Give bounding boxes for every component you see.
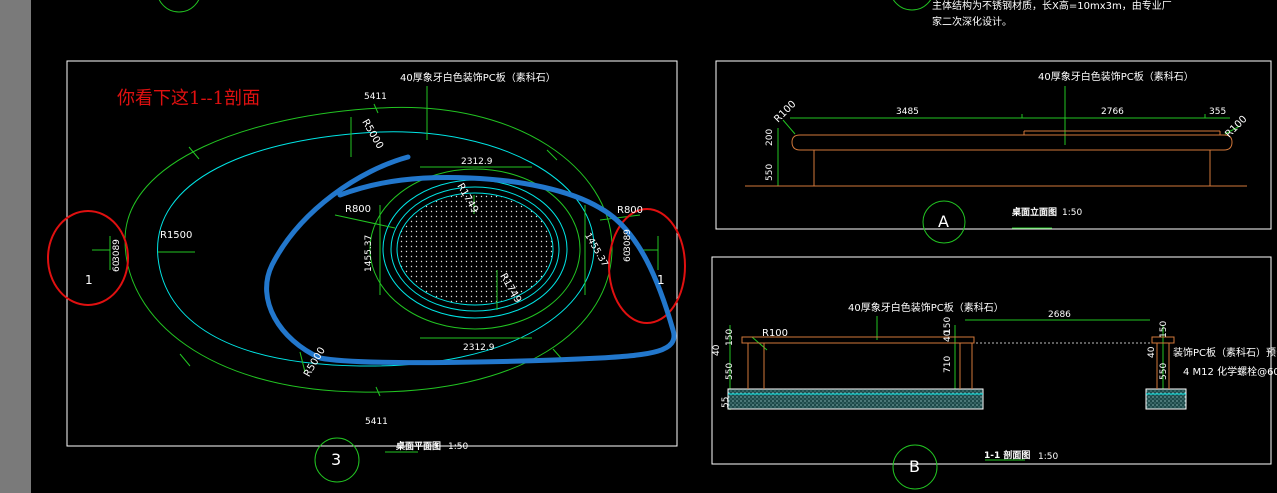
plan-dim-left-inner: 1455.37 [364,234,374,272]
plan-section-marker-left: 1 [85,273,93,287]
plan-dim-right-section-a: 3089 [623,229,633,252]
plan-radius-r800-right: R800 [617,205,644,216]
elevation-circle-letter: A [938,212,949,231]
plan-section-marker-right: 1 [657,273,665,287]
section-dim-left-40: 40 [712,344,722,356]
elevation-scale: 1:50 [1062,208,1083,218]
plan-dim-bottom-outer: 5411 [365,417,388,427]
section-right-label: 装饰PC板（素科石）预留 [1173,348,1277,359]
section-dim-left-550: 550 [725,362,735,380]
plan-dim-left-section-a: 3089 [112,239,122,262]
plan-material-label: 40厚象牙白色装饰PC板（素科石） [400,73,556,84]
elevation-frame [715,60,1272,230]
section-bolt-label: 4 M12 化学螺栓@600 [1183,367,1277,378]
elevation-dim-200: 200 [765,128,775,146]
elevation-title: 桌面立面图 [1012,208,1058,218]
section-dim-right-150: 150 [1159,320,1169,338]
section-scale: 1:50 [1038,452,1059,462]
elevation-dim-3485: 3485 [896,107,919,117]
plan-dim-right-section-b: 60 [623,250,633,262]
top-note-line2: 家二次深化设计。 [932,17,1012,28]
section-frame [711,256,1272,465]
elevation-material-label: 40厚象牙白色装饰PC板（素科石） [1038,72,1194,83]
plan-dim-top-inner: 2312.9 [461,157,493,167]
section-material-label: 40厚象牙白色装饰PC板（素科石） [848,303,1004,314]
plan-dim-left-section-b: 60 [112,260,122,272]
section-dim-right-550: 550 [1159,362,1169,380]
top-note-line1: 主体结构为不锈钢材质，长X高=10mx3m，由专业厂 [932,1,1172,12]
plan-scale: 1:50 [448,442,469,452]
section-slab-right [1145,388,1187,410]
section-dim-2686: 2686 [1048,310,1071,320]
section-dim-right-40: 40 [1147,346,1157,358]
top-left-partial-circle [158,0,200,13]
markup-annotation: 你看下这1--1剖面 [117,88,261,109]
plan-dim-bottom-inner: 2312.9 [463,343,495,353]
section-radius-r100: R100 [762,328,789,339]
elevation-tabletop [791,134,1233,151]
plan-radius-r800-left: R800 [345,204,372,215]
section-title: 1-1 剖面图 [984,451,1031,461]
section-dim-mid-710: 710 [943,355,953,373]
elevation-dim-2766: 2766 [1101,107,1124,117]
top-right-partial-circle [892,0,932,11]
section-dim-left-150: 150 [725,328,735,346]
section-slab-left [727,388,984,410]
elevation-dim-550: 550 [765,163,775,181]
elevation-dim-355: 355 [1209,107,1227,117]
plan-radius-r1500: R1500 [160,230,193,241]
section-dim-mid-150: 150 [943,316,953,334]
plan-circle-number: 3 [331,450,342,469]
section-dim-left-55: 55 [721,396,731,408]
section-circle-letter: B [909,457,920,476]
plan-dim-top-outer: 5411 [364,92,387,102]
plan-title: 桌面平面图 [396,442,442,452]
